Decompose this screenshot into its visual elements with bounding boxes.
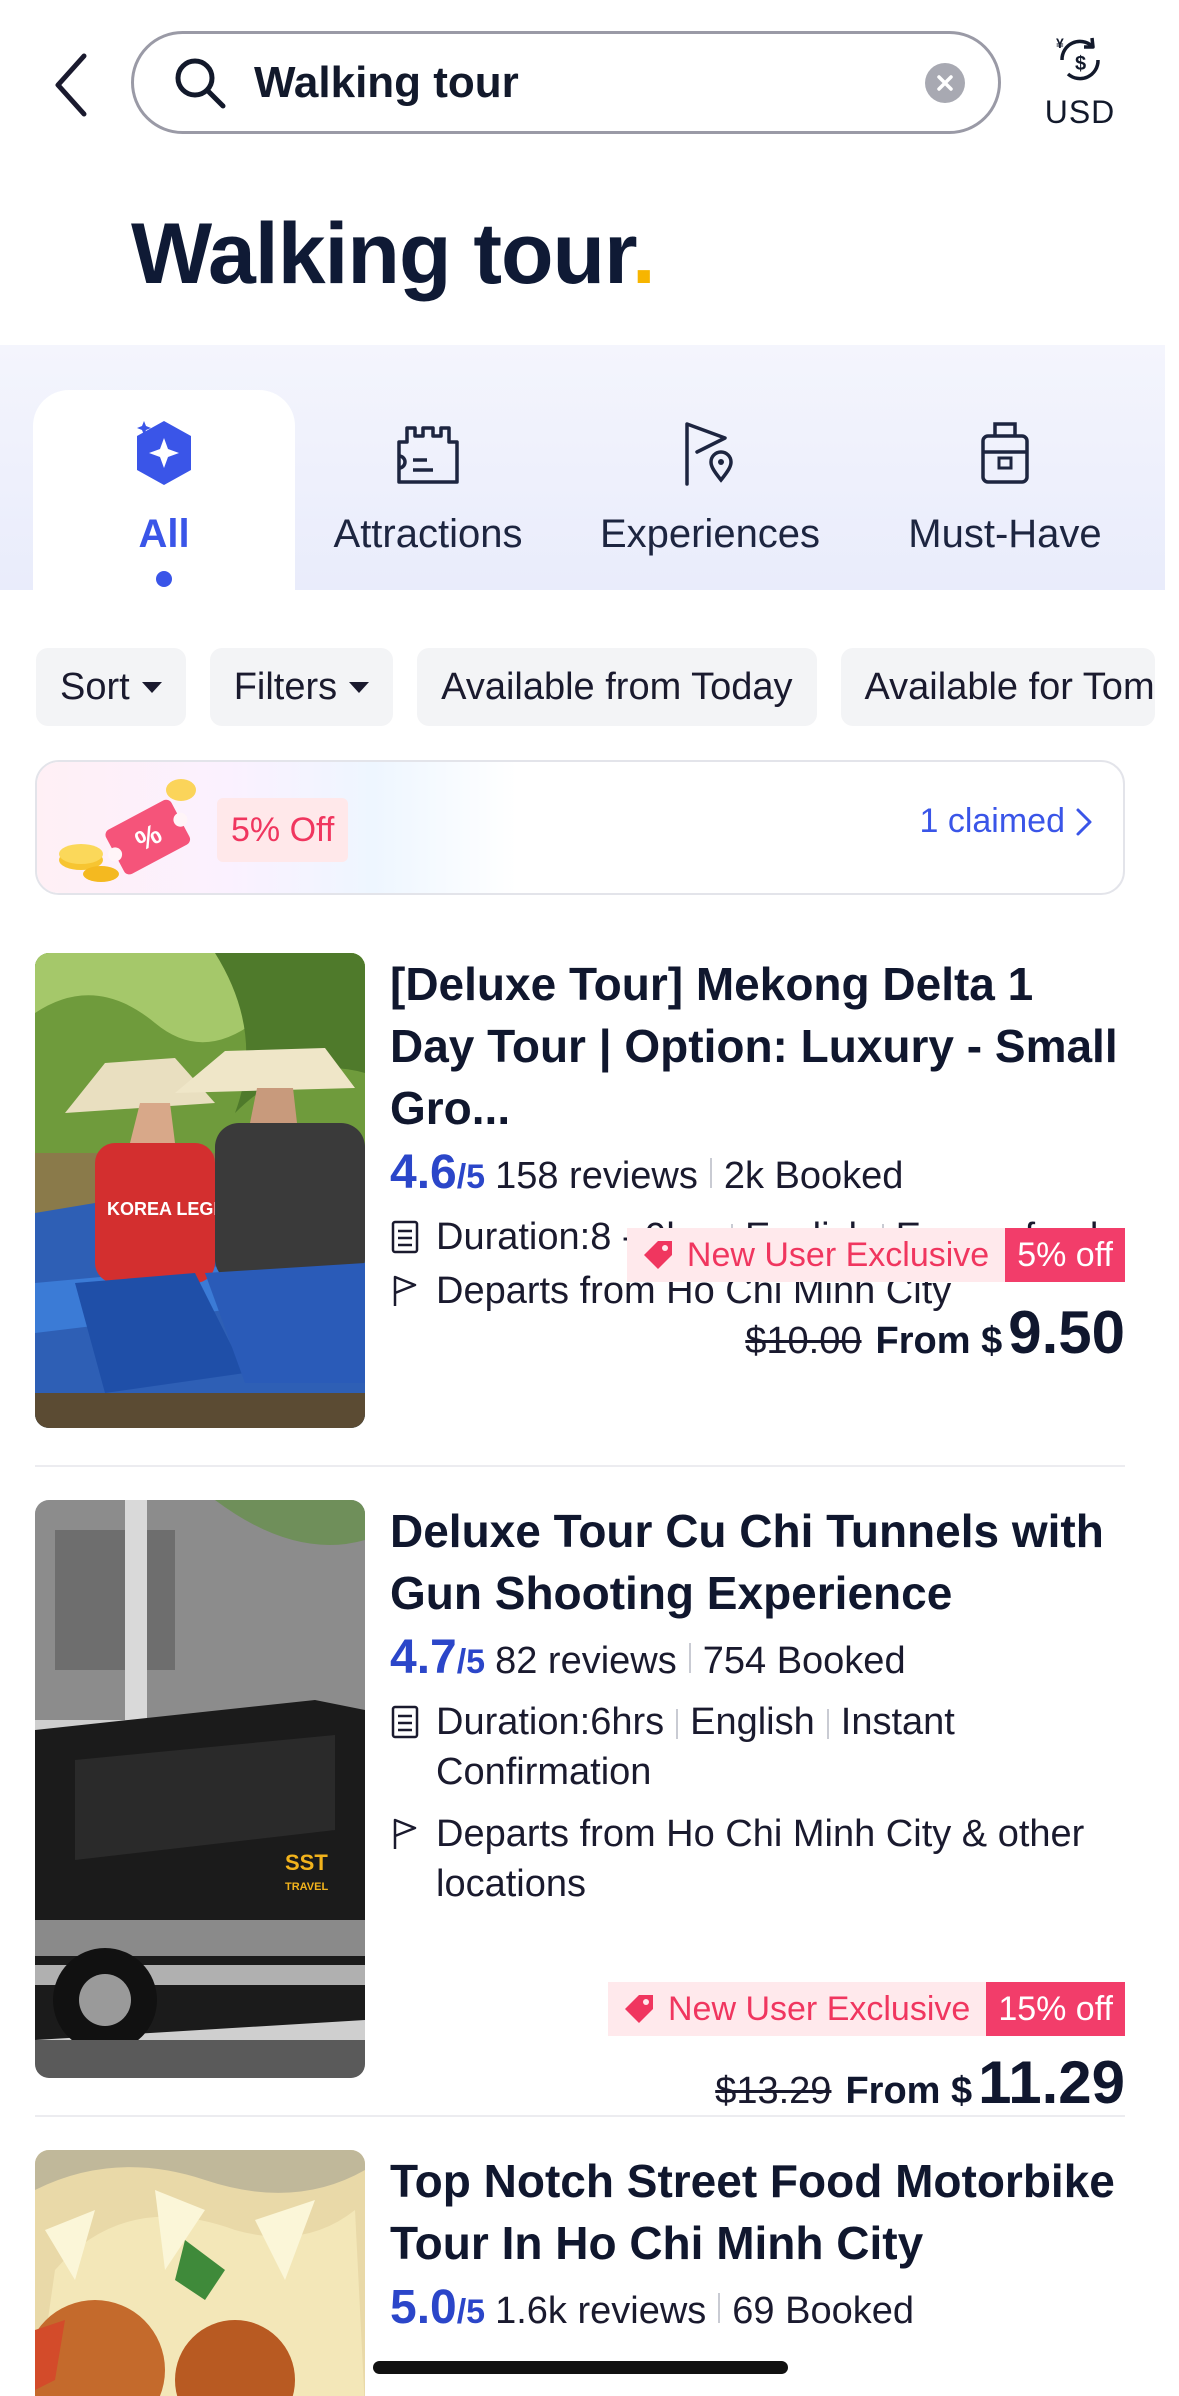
rating-score: 4.6 [390, 1146, 457, 1199]
rating-out-of: /5 [456, 1158, 486, 1196]
tab-experiences[interactable]: Experiences [595, 390, 825, 590]
close-icon [937, 74, 953, 91]
tab-must-have-label: Must-Have [908, 512, 1102, 556]
current-price: 9.50 [1008, 1299, 1125, 1366]
currency-exchange-icon: ¥ $ [1056, 35, 1100, 81]
filters-dropdown[interactable]: Filters [209, 648, 394, 726]
document-icon [390, 1212, 426, 1262]
castle-ticket-icon [393, 418, 463, 488]
tab-must-have[interactable]: Must-Have [895, 390, 1115, 590]
product-title[interactable]: Deluxe Tour Cu Chi Tunnels with Gun Shoo… [390, 1500, 1130, 1624]
search-input[interactable]: Walking tour [131, 31, 1001, 134]
flag-icon [390, 1809, 426, 1859]
departs-row: Departs from Ho Chi Minh City & other lo… [390, 1809, 1130, 1909]
clear-search-button[interactable] [925, 62, 965, 103]
language-text: English [690, 1701, 815, 1743]
tab-attractions[interactable]: Attractions [318, 390, 538, 590]
svg-text:¥: ¥ [1056, 35, 1064, 51]
product-card[interactable]: SST TRAVEL Deluxe Tour Cu Chi Tunnels wi… [35, 1500, 1125, 2116]
coupon-coins-icon: % [59, 779, 196, 882]
product-info: Deluxe Tour Cu Chi Tunnels with Gun Shoo… [390, 1500, 1130, 1909]
promo-discount: 5% off [1005, 1228, 1125, 1282]
back-button[interactable] [40, 45, 100, 125]
home-indicator[interactable] [373, 2361, 788, 2374]
price-block: $10.00 From $ 9.50 [745, 1298, 1125, 1367]
document-icon [390, 1697, 426, 1747]
divider [35, 2115, 1125, 2117]
promo-discount: 15% off [986, 1982, 1125, 2036]
current-price: 11.29 [978, 2049, 1125, 2116]
review-count: 82 reviews [495, 1640, 677, 1682]
chip-available-tomorrow[interactable]: Available for Tom [840, 648, 1155, 726]
svg-text:TRAVEL: TRAVEL [285, 1881, 328, 1893]
from-label: From $ [845, 2070, 973, 2112]
divider [35, 1465, 1125, 1467]
coupon-discount-badge: 5% Off [217, 798, 349, 862]
product-title[interactable]: [Deluxe Tour] Mekong Delta 1 Day Tour | … [390, 953, 1130, 1139]
product-title[interactable]: Top Notch Street Food Motorbike Tour In … [390, 2150, 1130, 2274]
price-block: $13.29 From $ 11.29 [715, 2048, 1125, 2117]
search-icon [172, 53, 232, 113]
svg-text:$: $ [1075, 53, 1086, 75]
vehicle-logo-text: SST [285, 1850, 328, 1875]
duration-row: Duration:6hrs English Instant Confirmation [390, 1697, 1130, 1797]
product-card[interactable]: Top Notch Street Food Motorbike Tour In … [35, 2150, 1125, 2396]
review-count: 158 reviews [495, 1155, 698, 1197]
filter-chip-row: Sort Filters Available from Today Availa… [36, 648, 1155, 726]
original-price: $13.29 [715, 2070, 832, 2112]
product-image: SST TRAVEL [35, 1500, 365, 2078]
booked-count: 69 Booked [732, 2290, 915, 2332]
chevron-left-icon [55, 53, 87, 117]
filters-label: Filters [233, 665, 338, 708]
promo-label: New User Exclusive [686, 1235, 990, 1274]
search-query-text[interactable]: Walking tour [254, 58, 925, 108]
product-card[interactable]: KOREA LEGEND [Deluxe Tour] Mekong Delta … [35, 953, 1125, 1428]
page-title: Walking tour. [131, 206, 656, 302]
top-bar: Walking tour ¥ $ USD [0, 0, 1179, 170]
original-price: $10.00 [745, 1320, 862, 1362]
sort-label: Sort [60, 665, 130, 708]
coupon-banner[interactable]: % 5% Off 1 claimed [35, 760, 1125, 895]
rating-out-of: /5 [456, 1643, 486, 1681]
duration-text: Duration:6hrs [436, 1701, 665, 1743]
product-image: KOREA LEGEND [35, 953, 365, 1428]
tag-icon [625, 1995, 653, 2023]
rating-row: 4.6 /5 158 reviews 2k Booked [390, 1145, 1130, 1200]
active-tab-indicator [156, 571, 172, 587]
caret-down-icon [141, 681, 162, 693]
flag-icon [390, 1266, 426, 1316]
booked-count: 2k Booked [723, 1155, 904, 1197]
tag-icon [643, 1241, 672, 1269]
departs-text: Departs from Ho Chi Minh City & other lo… [436, 1813, 1085, 1905]
promo-label: New User Exclusive [668, 1989, 971, 2028]
rating-score: 4.7 [390, 1631, 457, 1684]
sparkle-badge-icon [129, 418, 199, 488]
booked-count: 754 Booked [702, 1640, 906, 1682]
rating-row: 4.7 /5 82 reviews 754 Booked [390, 1630, 1130, 1685]
sort-dropdown[interactable]: Sort [36, 648, 186, 726]
currency-selector[interactable]: ¥ $ USD [1030, 32, 1130, 142]
chevron-right-icon [1076, 808, 1092, 835]
tab-all[interactable]: All [33, 390, 295, 590]
rating-out-of: /5 [456, 2293, 486, 2331]
review-count: 1.6k reviews [495, 2290, 707, 2332]
from-label: From $ [875, 1320, 1003, 1362]
tab-experiences-label: Experiences [599, 512, 821, 556]
rating-score: 5.0 [390, 2281, 457, 2334]
coupon-claimed-link[interactable]: 1 claimed [919, 802, 1093, 841]
flag-pin-icon [675, 418, 745, 488]
promo-tag: New User Exclusive 15% off [608, 1982, 1125, 2036]
product-image [35, 2150, 365, 2396]
promo-tag: New User Exclusive 5% off [626, 1228, 1125, 1282]
luggage-icon [970, 418, 1040, 488]
chip-available-today[interactable]: Available from Today [417, 648, 817, 726]
tab-attractions-label: Attractions [333, 512, 523, 556]
product-info: Top Notch Street Food Motorbike Tour In … [390, 2150, 1130, 2335]
rating-row: 5.0 /5 1.6k reviews 69 Booked [390, 2280, 1130, 2335]
tab-all-label: All [138, 512, 190, 556]
caret-down-icon [349, 681, 370, 693]
currency-label: USD [1044, 94, 1116, 130]
